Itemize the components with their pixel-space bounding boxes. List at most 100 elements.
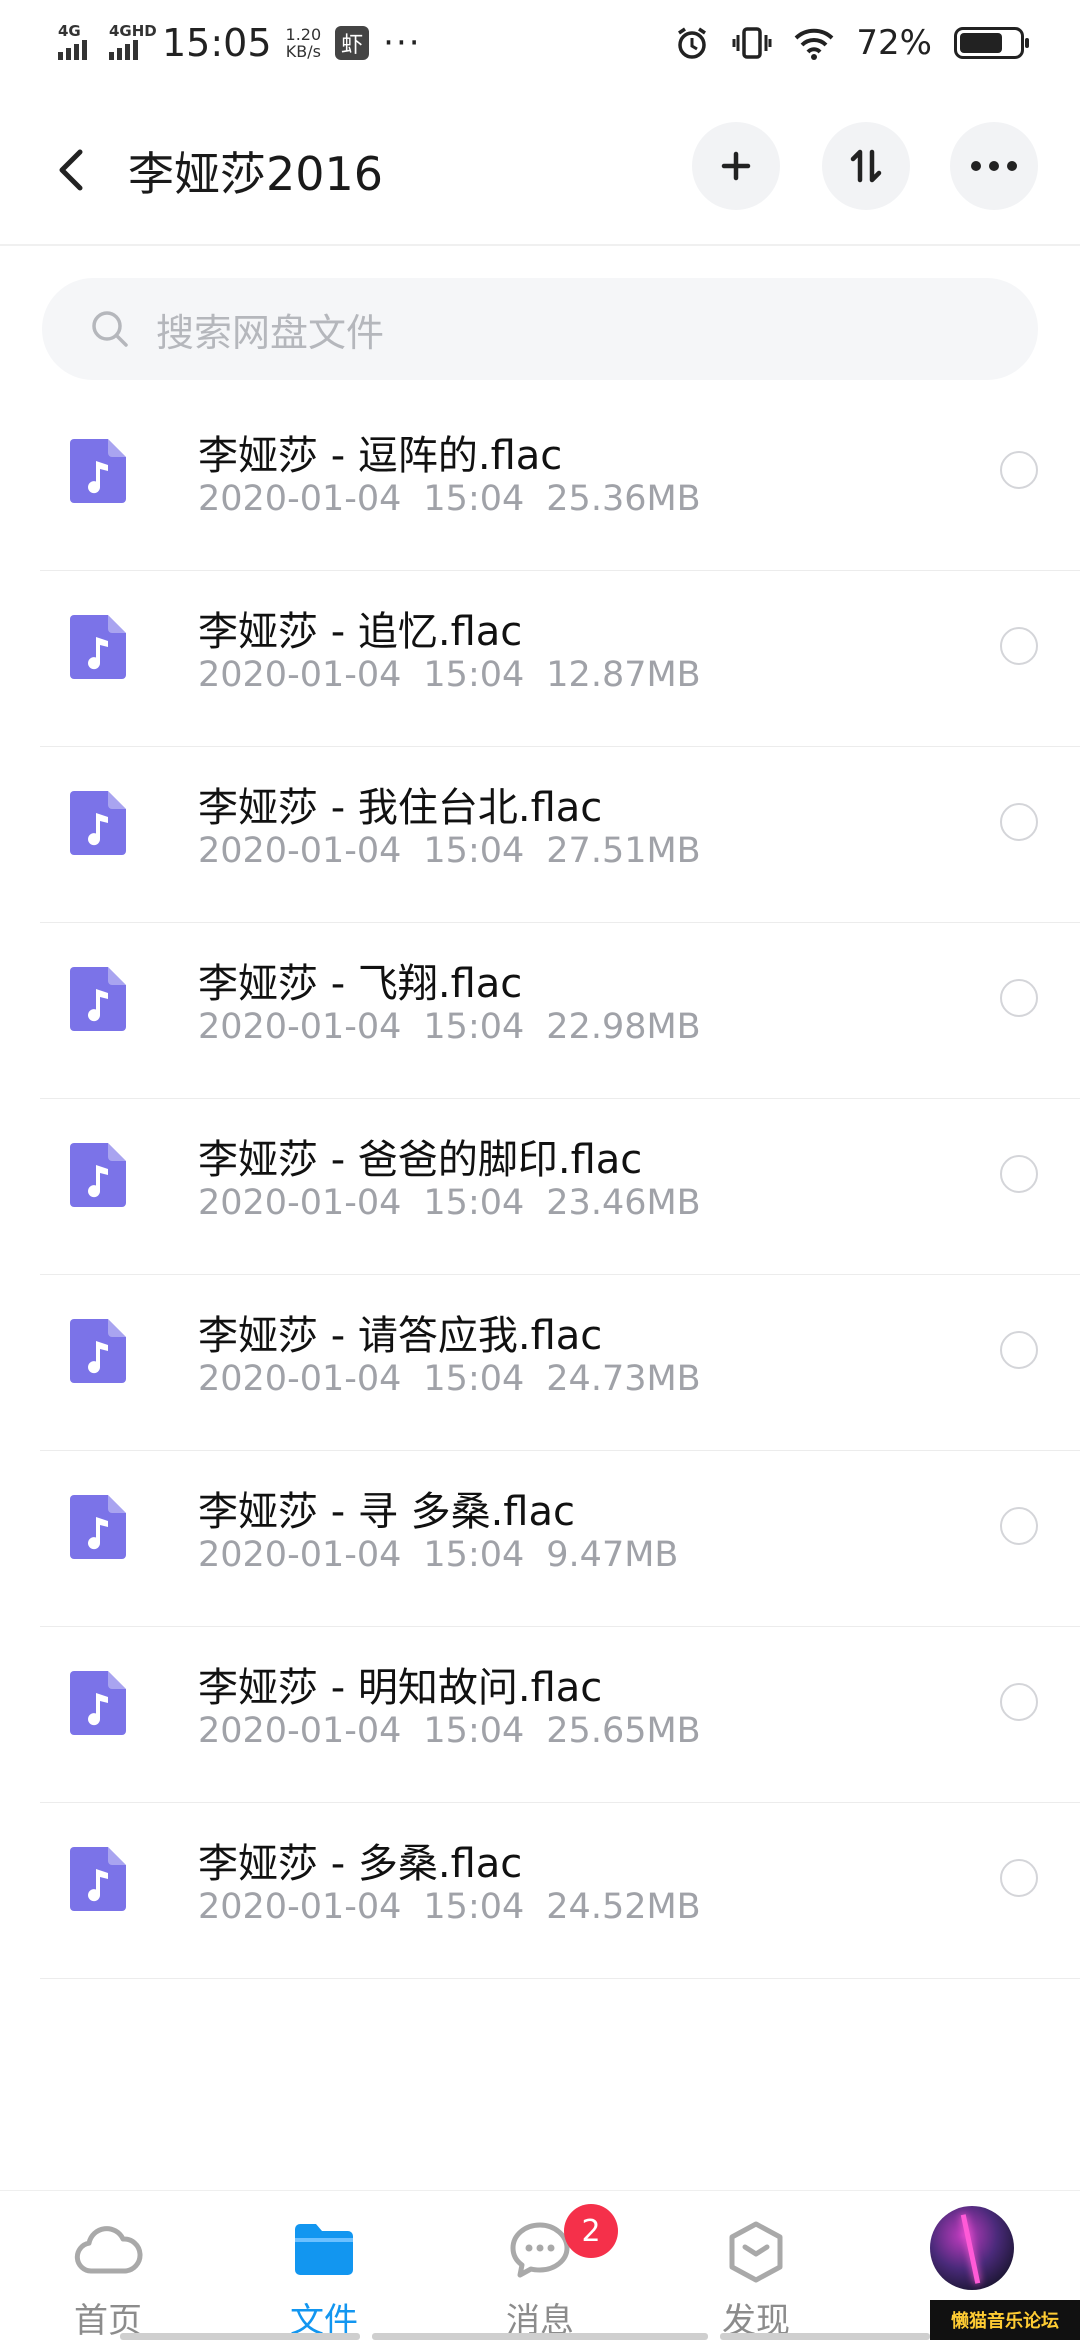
plus-icon xyxy=(721,151,751,181)
file-row[interactable]: 李娅莎 - 请答应我.flac 2020-01-04 15:04 24.73MB xyxy=(0,1275,1080,1451)
file-time: 15:04 xyxy=(423,831,525,871)
file-select-checkbox[interactable] xyxy=(1000,979,1038,1017)
add-button[interactable] xyxy=(692,122,780,210)
file-date: 2020-01-04 xyxy=(198,1359,402,1399)
cellular-signal-icon: 4G xyxy=(58,22,87,60)
file-select-checkbox[interactable] xyxy=(1000,627,1038,665)
search-input[interactable]: 搜索网盘文件 xyxy=(42,278,1038,380)
file-date: 2020-01-04 xyxy=(198,831,402,871)
signal-2-type-label: 4GHD xyxy=(109,22,157,40)
nav-tab-discover[interactable]: 发现 xyxy=(648,2191,864,2340)
file-select-checkbox[interactable] xyxy=(1000,1507,1038,1545)
file-name: 李娅莎 - 飞翔.flac xyxy=(198,961,523,1007)
clock: 15:05 xyxy=(162,21,272,65)
battery-icon xyxy=(954,27,1029,59)
file-select-checkbox[interactable] xyxy=(1000,1859,1038,1897)
file-meta: 2020-01-04 15:04 23.46MB xyxy=(198,1183,723,1223)
message-bubble-icon xyxy=(510,2222,570,2278)
file-name: 李娅莎 - 明知故问.flac xyxy=(198,1665,603,1711)
audio-file-icon xyxy=(70,615,126,679)
file-select-checkbox[interactable] xyxy=(1000,451,1038,489)
avatar[interactable] xyxy=(930,2206,1014,2290)
cloud-icon xyxy=(74,2226,143,2274)
audio-file-icon xyxy=(70,1495,126,1559)
file-select-checkbox[interactable] xyxy=(1000,1683,1038,1721)
file-size: 24.52MB xyxy=(546,1887,701,1927)
file-meta: 2020-01-04 15:04 12.87MB xyxy=(198,655,723,695)
app-notification-icon: 虾 xyxy=(335,26,370,60)
file-time: 15:04 xyxy=(423,1535,525,1575)
file-name: 李娅莎 - 请答应我.flac xyxy=(198,1313,603,1359)
battery-percentage: 72% xyxy=(856,23,932,63)
file-date: 2020-01-04 xyxy=(198,1007,402,1047)
file-meta: 2020-01-04 15:04 27.51MB xyxy=(198,831,723,871)
file-name: 李娅莎 - 爸爸的脚印.flac xyxy=(198,1137,643,1183)
file-time: 15:04 xyxy=(423,1711,525,1751)
back-arrow-icon xyxy=(59,149,83,191)
file-date: 2020-01-04 xyxy=(198,1887,402,1927)
file-date: 2020-01-04 xyxy=(198,655,402,695)
file-row[interactable]: 李娅莎 - 寻 多桑.flac 2020-01-04 15:04 9.47MB xyxy=(0,1451,1080,1627)
file-time: 15:04 xyxy=(423,1887,525,1927)
file-meta: 2020-01-04 15:04 24.73MB xyxy=(198,1359,723,1399)
file-row[interactable]: 李娅莎 - 飞翔.flac 2020-01-04 15:04 22.98MB xyxy=(0,923,1080,1099)
nav-tab-home[interactable]: 首页 xyxy=(0,2191,216,2340)
audio-file-icon xyxy=(70,1143,126,1207)
file-size: 23.46MB xyxy=(546,1183,701,1223)
more-horizontal-icon xyxy=(971,161,1017,171)
file-select-checkbox[interactable] xyxy=(1000,1331,1038,1369)
top-app-bar: 李娅莎2016 xyxy=(0,100,1080,240)
watermark: 懒猫音乐论坛 xyxy=(930,2300,1080,2340)
messages-unread-badge: 2 xyxy=(564,2204,618,2258)
file-time: 15:04 xyxy=(423,1359,525,1399)
file-list: 李娅莎 - 逗阵的.flac 2020-01-04 15:04 25.36MB 李娅… xyxy=(0,395,1080,1979)
audio-file-icon xyxy=(70,967,126,1031)
discover-cube-icon xyxy=(729,2221,783,2283)
network-speed: 1.20 KB/s xyxy=(286,26,322,60)
file-time: 15:04 xyxy=(423,479,525,519)
status-bar: 4G 4GHD 15:05 1.20 KB/s 虾 ··· 72% xyxy=(0,0,1080,86)
file-row[interactable]: 李娅莎 - 多桑.flac 2020-01-04 15:04 24.52MB xyxy=(0,1803,1080,1979)
file-row[interactable]: 李娅莎 - 逗阵的.flac 2020-01-04 15:04 25.36MB xyxy=(0,395,1080,571)
file-row[interactable]: 李娅莎 - 追忆.flac 2020-01-04 15:04 12.87MB xyxy=(0,571,1080,747)
file-time: 15:04 xyxy=(423,1007,525,1047)
file-row[interactable]: 李娅莎 - 我住台北.flac 2020-01-04 15:04 27.51MB xyxy=(0,747,1080,923)
file-row[interactable]: 李娅莎 - 明知故问.flac 2020-01-04 15:04 25.65MB xyxy=(0,1627,1080,1803)
gesture-bar xyxy=(372,2333,708,2340)
file-row[interactable]: 李娅莎 - 爸爸的脚印.flac 2020-01-04 15:04 23.46MB xyxy=(0,1099,1080,1275)
back-button[interactable] xyxy=(52,140,92,200)
cellular-signal-2-icon: 4GHD xyxy=(109,22,157,60)
file-time: 15:04 xyxy=(423,1183,525,1223)
audio-file-icon xyxy=(70,1319,126,1383)
bottom-navigation: 首页 文件 消息 发现 xyxy=(0,2190,1080,2340)
file-name: 李娅莎 - 追忆.flac xyxy=(198,609,523,655)
file-size: 25.65MB xyxy=(546,1711,701,1751)
file-date: 2020-01-04 xyxy=(198,1183,402,1223)
file-size: 27.51MB xyxy=(546,831,701,871)
sort-arrows-icon xyxy=(850,149,882,183)
file-name: 李娅莎 - 寻 多桑.flac xyxy=(198,1489,575,1535)
search-icon xyxy=(92,311,128,347)
header-divider xyxy=(0,244,1080,246)
nav-tab-files[interactable]: 文件 xyxy=(216,2191,432,2340)
folder-icon xyxy=(295,2224,353,2275)
file-date: 2020-01-04 xyxy=(198,479,402,519)
file-time: 15:04 xyxy=(423,655,525,695)
file-meta: 2020-01-04 15:04 22.98MB xyxy=(198,1007,723,1047)
page-title: 李娅莎2016 xyxy=(128,147,384,201)
file-select-checkbox[interactable] xyxy=(1000,803,1038,841)
vibrate-icon xyxy=(732,27,772,59)
file-name: 李娅莎 - 我住台北.flac xyxy=(198,785,603,831)
network-speed-unit: KB/s xyxy=(285,42,321,61)
file-size: 22.98MB xyxy=(546,1007,701,1047)
nav-tab-messages[interactable]: 消息 xyxy=(432,2191,648,2340)
file-meta: 2020-01-04 15:04 24.52MB xyxy=(198,1887,723,1927)
more-options-button[interactable] xyxy=(950,122,1038,210)
file-size: 25.36MB xyxy=(546,479,701,519)
search-placeholder: 搜索网盘文件 xyxy=(156,310,385,355)
sort-button[interactable] xyxy=(822,122,910,210)
gesture-bar xyxy=(120,2333,360,2340)
file-date: 2020-01-04 xyxy=(198,1711,402,1751)
file-meta: 2020-01-04 15:04 25.36MB xyxy=(198,479,723,519)
file-select-checkbox[interactable] xyxy=(1000,1155,1038,1193)
